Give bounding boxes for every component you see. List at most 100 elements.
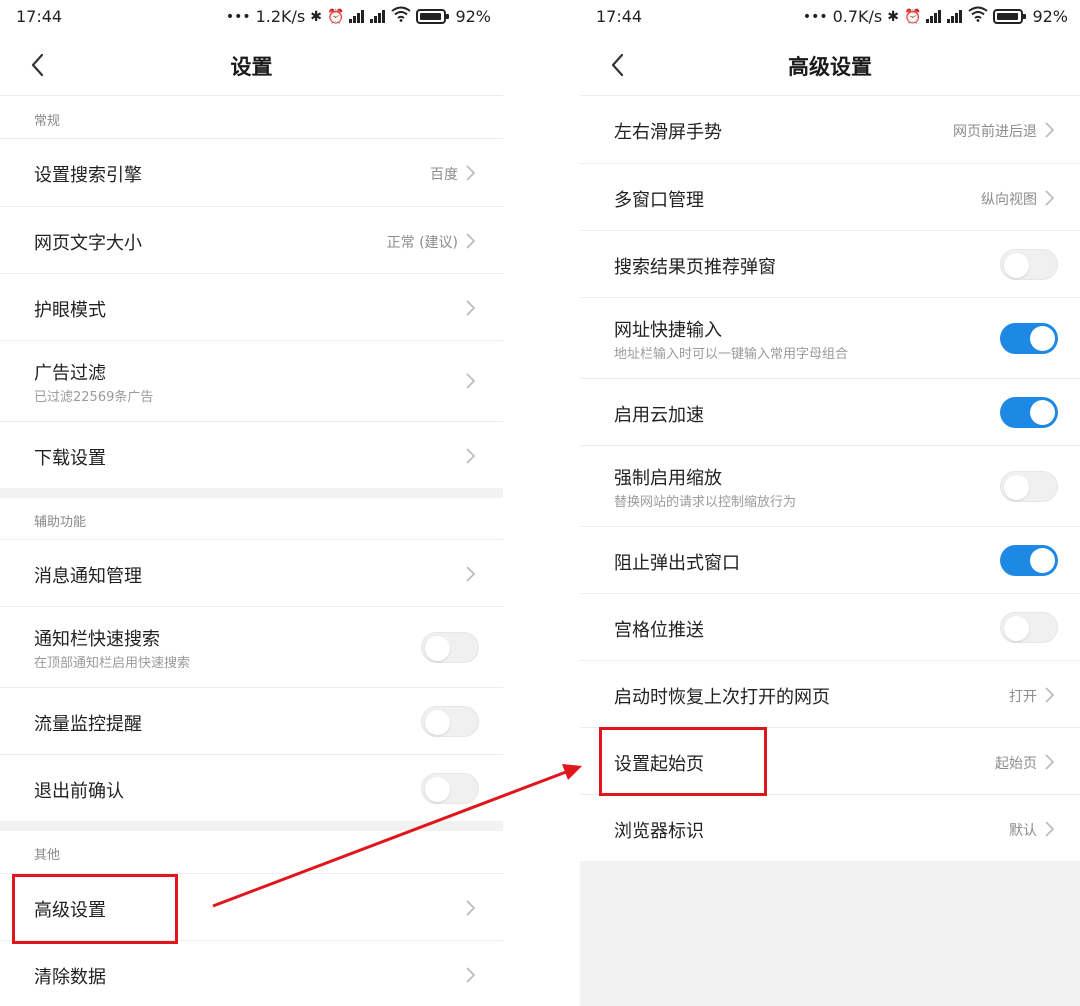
network-speed: 0.7K/s	[832, 7, 883, 26]
row-label: 清除数据	[34, 967, 106, 988]
traffic-monitor-toggle[interactable]	[421, 706, 479, 737]
advanced-settings-row[interactable]: 高级设置	[0, 873, 503, 940]
row-value: 纵向视图	[981, 192, 1037, 208]
multi-window-row[interactable]: 多窗口管理 纵向视图	[580, 163, 1080, 230]
section-header-general: 常规	[34, 114, 61, 129]
bluetooth-icon: ✱	[887, 8, 899, 25]
eye-care-row[interactable]: 护眼模式	[0, 273, 503, 340]
chevron-right-icon	[1045, 122, 1055, 138]
traffic-monitor-row: 流量监控提醒	[0, 687, 503, 754]
row-label: 浏览器标识	[614, 821, 704, 842]
row-subtitle: 替换网站的请求以控制缩放行为	[614, 495, 797, 510]
chevron-right-icon	[466, 566, 476, 582]
search-popup-row: 搜索结果页推荐弹窗	[580, 230, 1080, 297]
wifi-icon	[391, 6, 412, 27]
url-shortcut-row: 网址快捷输入 地址栏输入时可以一键输入常用字母组合	[580, 297, 1080, 378]
chevron-right-icon	[466, 373, 476, 389]
row-label: 退出前确认	[34, 781, 124, 802]
status-bar: 17:44 ••• 1.2K/s ✱ ⏰ 92%	[0, 0, 503, 34]
row-value: 默认	[1009, 823, 1037, 839]
chevron-right-icon	[466, 165, 476, 181]
chevron-right-icon	[466, 448, 476, 464]
row-label: 通知栏快速搜索	[34, 629, 160, 650]
section-header-other: 其他	[34, 848, 61, 863]
row-subtitle: 在顶部通知栏启用快速搜索	[34, 656, 191, 671]
row-value: 起始页	[995, 756, 1037, 772]
row-label: 强制启用缩放	[614, 468, 722, 489]
row-label: 宫格位推送	[614, 620, 704, 641]
row-label: 网页文字大小	[34, 233, 142, 254]
chevron-right-icon	[1045, 190, 1055, 206]
force-zoom-row: 强制启用缩放 替换网站的请求以控制缩放行为	[580, 445, 1080, 526]
chevron-right-icon	[1045, 687, 1055, 703]
ad-filter-row[interactable]: 广告过滤 已过滤22569条广告	[0, 340, 503, 421]
signal-icon	[370, 10, 386, 23]
chevron-right-icon	[466, 300, 476, 316]
quick-search-toggle[interactable]	[421, 632, 479, 663]
row-label: 设置搜索引擎	[34, 165, 142, 186]
status-time: 17:44	[16, 7, 63, 26]
alarm-icon: ⏰	[327, 8, 345, 25]
notification-manage-row[interactable]: 消息通知管理	[0, 539, 503, 606]
chevron-right-icon	[1045, 821, 1055, 837]
row-label: 高级设置	[34, 900, 106, 921]
section-divider	[0, 821, 503, 831]
row-label: 启用云加速	[614, 405, 704, 426]
status-time: 17:44	[596, 7, 643, 26]
download-settings-row[interactable]: 下载设置	[0, 421, 503, 488]
chevron-right-icon	[466, 967, 476, 983]
quick-search-row: 通知栏快速搜索 在顶部通知栏启用快速搜索	[0, 606, 503, 687]
section-divider	[0, 488, 503, 498]
title-bar: 高级设置	[580, 34, 1080, 96]
force-zoom-toggle[interactable]	[1000, 471, 1058, 502]
row-subtitle: 地址栏输入时可以一键输入常用字母组合	[614, 347, 849, 362]
block-popup-toggle[interactable]	[1000, 545, 1058, 576]
settings-screen: 17:44 ••• 1.2K/s ✱ ⏰ 92% 设置 常规 设置搜索引擎 百度…	[0, 0, 503, 1006]
row-label: 启动时恢复上次打开的网页	[614, 687, 830, 708]
alarm-icon: ⏰	[904, 8, 922, 25]
row-label: 左右滑屏手势	[614, 122, 722, 143]
chevron-right-icon	[466, 900, 476, 916]
grid-push-toggle[interactable]	[1000, 612, 1058, 643]
url-shortcut-toggle[interactable]	[1000, 323, 1058, 354]
battery-icon	[993, 9, 1027, 24]
row-label: 流量监控提醒	[34, 714, 142, 735]
page-title: 高级设置	[788, 55, 872, 79]
user-agent-row[interactable]: 浏览器标识 默认	[580, 794, 1080, 861]
chevron-right-icon	[466, 233, 476, 249]
bluetooth-icon: ✱	[310, 8, 322, 25]
section-header-accessibility: 辅助功能	[34, 515, 87, 530]
block-popup-row: 阻止弹出式窗口	[580, 526, 1080, 593]
more-dots-icon: •••	[225, 8, 251, 25]
start-page-row[interactable]: 设置起始页 起始页	[580, 727, 1080, 794]
row-label: 护眼模式	[34, 300, 106, 321]
row-label: 阻止弹出式窗口	[614, 553, 740, 574]
row-label: 消息通知管理	[34, 566, 142, 587]
exit-confirm-row: 退出前确认	[0, 754, 503, 821]
cloud-accel-toggle[interactable]	[1000, 397, 1058, 428]
row-label: 设置起始页	[614, 754, 704, 775]
restore-pages-row[interactable]: 启动时恢复上次打开的网页 打开	[580, 660, 1080, 727]
font-size-row[interactable]: 网页文字大小 正常 (建议)	[0, 206, 503, 273]
search-engine-row[interactable]: 设置搜索引擎 百度	[0, 138, 503, 206]
cloud-accel-row: 启用云加速	[580, 378, 1080, 445]
row-label: 下载设置	[34, 448, 106, 469]
battery-level: 92%	[455, 7, 491, 26]
hd-signal-icon	[926, 10, 942, 23]
row-label: 广告过滤	[34, 363, 106, 384]
chevron-right-icon	[1045, 754, 1055, 770]
row-label: 搜索结果页推荐弹窗	[614, 257, 776, 278]
battery-level: 92%	[1032, 7, 1068, 26]
exit-confirm-toggle[interactable]	[421, 773, 479, 804]
title-bar: 设置	[0, 34, 503, 96]
row-value: 百度	[430, 167, 458, 183]
search-popup-toggle[interactable]	[1000, 249, 1058, 280]
row-value: 网页前进后退	[953, 124, 1037, 140]
row-label: 多窗口管理	[614, 190, 704, 211]
swipe-gesture-row[interactable]: 左右滑屏手势 网页前进后退	[580, 96, 1080, 163]
grid-push-row: 宫格位推送	[580, 593, 1080, 660]
battery-icon	[416, 9, 450, 24]
row-value: 正常 (建议)	[386, 235, 458, 251]
clear-data-row[interactable]: 清除数据	[0, 940, 503, 1006]
row-value: 打开	[1009, 689, 1037, 705]
